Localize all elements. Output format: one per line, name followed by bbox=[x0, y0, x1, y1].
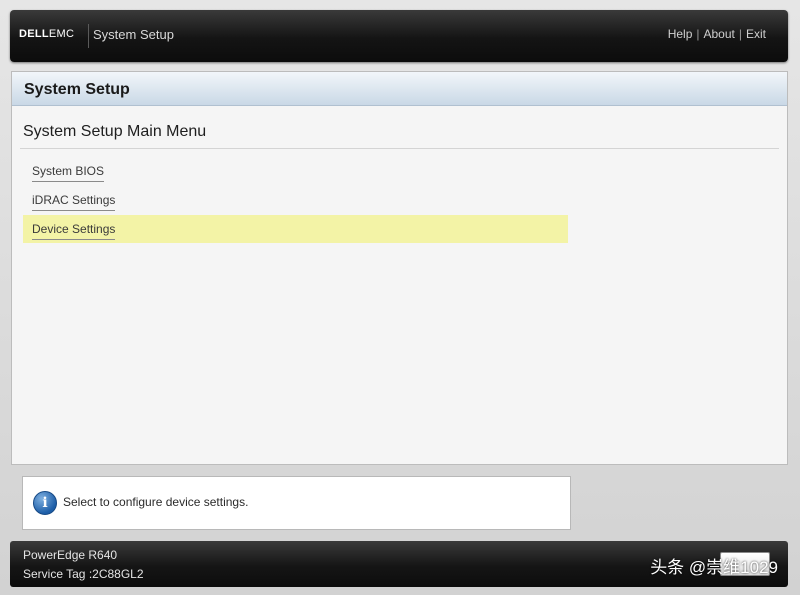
info-icon: i bbox=[33, 491, 57, 515]
watermark-text: 头条 @崇维1029 bbox=[650, 558, 778, 577]
info-text: Select to configure device settings. bbox=[63, 495, 249, 509]
link-separator: | bbox=[738, 27, 742, 41]
topbar-divider bbox=[88, 24, 89, 48]
topbar-links: Help | About | Exit bbox=[668, 27, 766, 41]
panel-header-title: System Setup bbox=[24, 81, 130, 98]
panel-header: System Setup bbox=[12, 72, 787, 106]
menu-title-divider bbox=[20, 148, 779, 149]
dell-emc-logo: DELLEMC bbox=[19, 28, 74, 40]
help-link[interactable]: Help bbox=[668, 27, 693, 41]
menu-item-label: iDRAC Settings bbox=[32, 193, 116, 211]
service-tag-value: 2C88GL2 bbox=[92, 567, 144, 581]
menu-item-device-settings[interactable]: Device Settings bbox=[23, 215, 568, 243]
service-tag: Service Tag :2C88GL2 bbox=[23, 567, 144, 581]
menu-item-system-bios[interactable]: System BIOS bbox=[23, 157, 568, 185]
service-tag-label: Service Tag : bbox=[23, 567, 93, 581]
top-bar: DELLEMC System Setup Help | About | Exit bbox=[10, 10, 788, 62]
menu-item-label: System BIOS bbox=[32, 164, 105, 182]
menu-title: System Setup Main Menu bbox=[23, 123, 207, 140]
system-setup-screen: DELLEMC System Setup Help | About | Exit Sys… bbox=[0, 0, 800, 595]
logo-suffix: EMC bbox=[48, 28, 75, 40]
main-panel: System Setup System Setup Main Menu Syst… bbox=[11, 71, 788, 465]
help-info-box: i Select to configure device settings. bbox=[22, 476, 571, 530]
menu-item-label: Device Settings bbox=[32, 222, 116, 240]
exit-link[interactable]: Exit bbox=[746, 27, 766, 41]
link-separator: | bbox=[696, 27, 700, 41]
system-model: PowerEdge R640 bbox=[23, 548, 118, 562]
bottom-bar: PowerEdge R640 Service Tag :2C88GL2 头条 @… bbox=[10, 541, 788, 587]
menu-item-idrac-settings[interactable]: iDRAC Settings bbox=[23, 186, 568, 214]
about-link[interactable]: About bbox=[704, 27, 735, 41]
topbar-title: System Setup bbox=[93, 27, 174, 42]
logo-brand: DELL bbox=[19, 28, 49, 40]
